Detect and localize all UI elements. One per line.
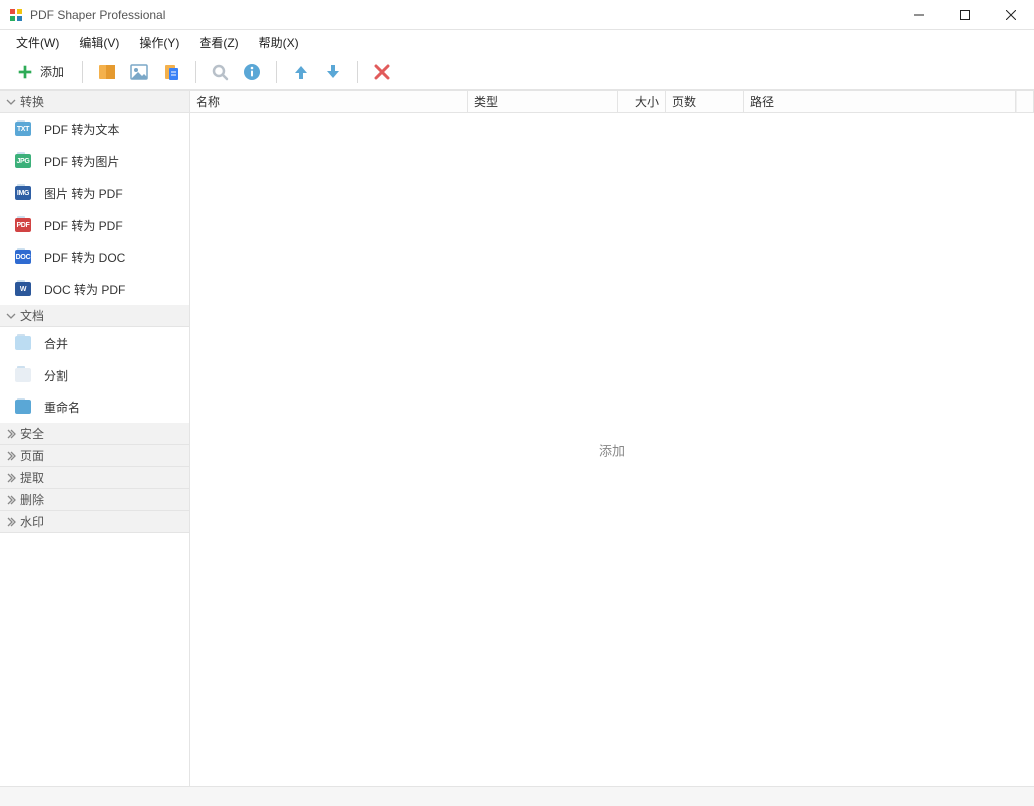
column-name[interactable]: 名称 — [190, 91, 468, 112]
column-path[interactable]: 路径 — [744, 91, 1016, 112]
group-header-4[interactable]: 提取 — [0, 467, 189, 489]
toolbar-separator — [276, 61, 277, 83]
maximize-button[interactable] — [942, 0, 988, 30]
sidebar-item-label: 图片 转为 PDF — [44, 185, 123, 202]
chevron-right-icon — [6, 517, 16, 527]
chevron-right-icon — [6, 473, 16, 483]
sidebar-item-0-2[interactable]: IMG 图片 转为 PDF — [0, 177, 189, 209]
chevron-right-icon — [6, 451, 16, 461]
add-button-label: 添加 — [40, 63, 64, 80]
file-type-icon: PDF — [14, 216, 32, 234]
column-type[interactable]: 类型 — [468, 91, 618, 112]
scrollbar-placeholder — [1016, 91, 1034, 112]
folder-button[interactable] — [91, 56, 123, 88]
menu-help[interactable]: 帮助(X) — [249, 32, 309, 53]
move-up-button[interactable] — [285, 56, 317, 88]
image-button[interactable] — [123, 56, 155, 88]
sidebar-item-label: DOC 转为 PDF — [44, 281, 125, 298]
file-type-icon — [14, 334, 32, 352]
toolbar: 添加 — [0, 54, 1034, 90]
clipboard-icon — [161, 62, 181, 82]
group-title: 文档 — [20, 307, 44, 324]
search-button[interactable] — [204, 56, 236, 88]
menu-view[interactable]: 查看(Z) — [189, 32, 248, 53]
sidebar-item-1-1[interactable]: 分割 — [0, 359, 189, 391]
list-body[interactable]: 添加 — [190, 113, 1034, 786]
menu-bar: 文件(W) 编辑(V) 操作(Y) 查看(Z) 帮助(X) — [0, 30, 1034, 54]
group-header-3[interactable]: 页面 — [0, 445, 189, 467]
move-down-button[interactable] — [317, 56, 349, 88]
folder-icon — [97, 62, 117, 82]
toolbar-separator — [195, 61, 196, 83]
sidebar-item-label: PDF 转为 DOC — [44, 249, 125, 266]
group-title: 页面 — [20, 447, 44, 464]
info-button[interactable] — [236, 56, 268, 88]
app-icon — [8, 7, 24, 23]
sidebar-item-label: PDF 转为文本 — [44, 121, 119, 138]
chevron-down-icon — [6, 97, 16, 107]
image-icon — [129, 62, 149, 82]
add-button[interactable]: 添加 — [10, 56, 74, 88]
sidebar-item-label: 重命名 — [44, 399, 80, 416]
file-type-icon: IMG — [14, 184, 32, 202]
group-header-2[interactable]: 安全 — [0, 423, 189, 445]
sidebar: 转换TXTPDF 转为文本JPGPDF 转为图片IMG图片 转为 PDFPDFP… — [0, 91, 190, 786]
menu-file[interactable]: 文件(W) — [6, 32, 69, 53]
sidebar-item-0-0[interactable]: TXT PDF 转为文本 — [0, 113, 189, 145]
chevron-down-icon — [6, 311, 16, 321]
sidebar-item-1-0[interactable]: 合并 — [0, 327, 189, 359]
arrow-up-icon — [291, 62, 311, 82]
group-title: 删除 — [20, 491, 44, 508]
sidebar-item-0-5[interactable]: W DOC 转为 PDF — [0, 273, 189, 305]
paste-button[interactable] — [155, 56, 187, 88]
sidebar-item-label: 合并 — [44, 335, 68, 352]
sidebar-item-1-2[interactable]: 重命名 — [0, 391, 189, 423]
group-header-6[interactable]: 水印 — [0, 511, 189, 533]
file-type-icon — [14, 366, 32, 384]
status-bar — [0, 786, 1034, 806]
list-header: 名称 类型 大小 页数 路径 — [190, 91, 1034, 113]
remove-button[interactable] — [366, 56, 398, 88]
chevron-right-icon — [6, 495, 16, 505]
menu-action[interactable]: 操作(Y) — [129, 32, 189, 53]
group-title: 安全 — [20, 425, 44, 442]
info-icon — [242, 62, 262, 82]
toolbar-separator — [357, 61, 358, 83]
sidebar-item-label: PDF 转为图片 — [44, 153, 119, 170]
arrow-down-icon — [323, 62, 343, 82]
plus-icon — [16, 63, 34, 81]
group-header-0[interactable]: 转换 — [0, 91, 189, 113]
file-type-icon: DOC — [14, 248, 32, 266]
toolbar-separator — [82, 61, 83, 83]
file-type-icon: TXT — [14, 120, 32, 138]
column-pages[interactable]: 页数 — [666, 91, 744, 112]
sidebar-item-0-3[interactable]: PDF PDF 转为 PDF — [0, 209, 189, 241]
file-type-icon: JPG — [14, 152, 32, 170]
window-title: PDF Shaper Professional — [30, 8, 165, 22]
close-button[interactable] — [988, 0, 1034, 30]
column-size[interactable]: 大小 — [618, 91, 666, 112]
menu-edit[interactable]: 编辑(V) — [69, 32, 129, 53]
list-placeholder: 添加 — [599, 440, 625, 459]
sidebar-item-label: PDF 转为 PDF — [44, 217, 123, 234]
minimize-button[interactable] — [896, 0, 942, 30]
group-title: 水印 — [20, 513, 44, 530]
file-type-icon — [14, 398, 32, 416]
search-icon — [210, 62, 230, 82]
group-title: 提取 — [20, 469, 44, 486]
chevron-right-icon — [6, 429, 16, 439]
title-bar: PDF Shaper Professional — [0, 0, 1034, 30]
file-list: 名称 类型 大小 页数 路径 添加 — [190, 91, 1034, 786]
sidebar-item-0-1[interactable]: JPG PDF 转为图片 — [0, 145, 189, 177]
group-header-5[interactable]: 删除 — [0, 489, 189, 511]
file-type-icon: W — [14, 280, 32, 298]
close-icon — [372, 62, 392, 82]
group-title: 转换 — [20, 93, 44, 110]
group-header-1[interactable]: 文档 — [0, 305, 189, 327]
sidebar-item-label: 分割 — [44, 367, 68, 384]
sidebar-item-0-4[interactable]: DOC PDF 转为 DOC — [0, 241, 189, 273]
